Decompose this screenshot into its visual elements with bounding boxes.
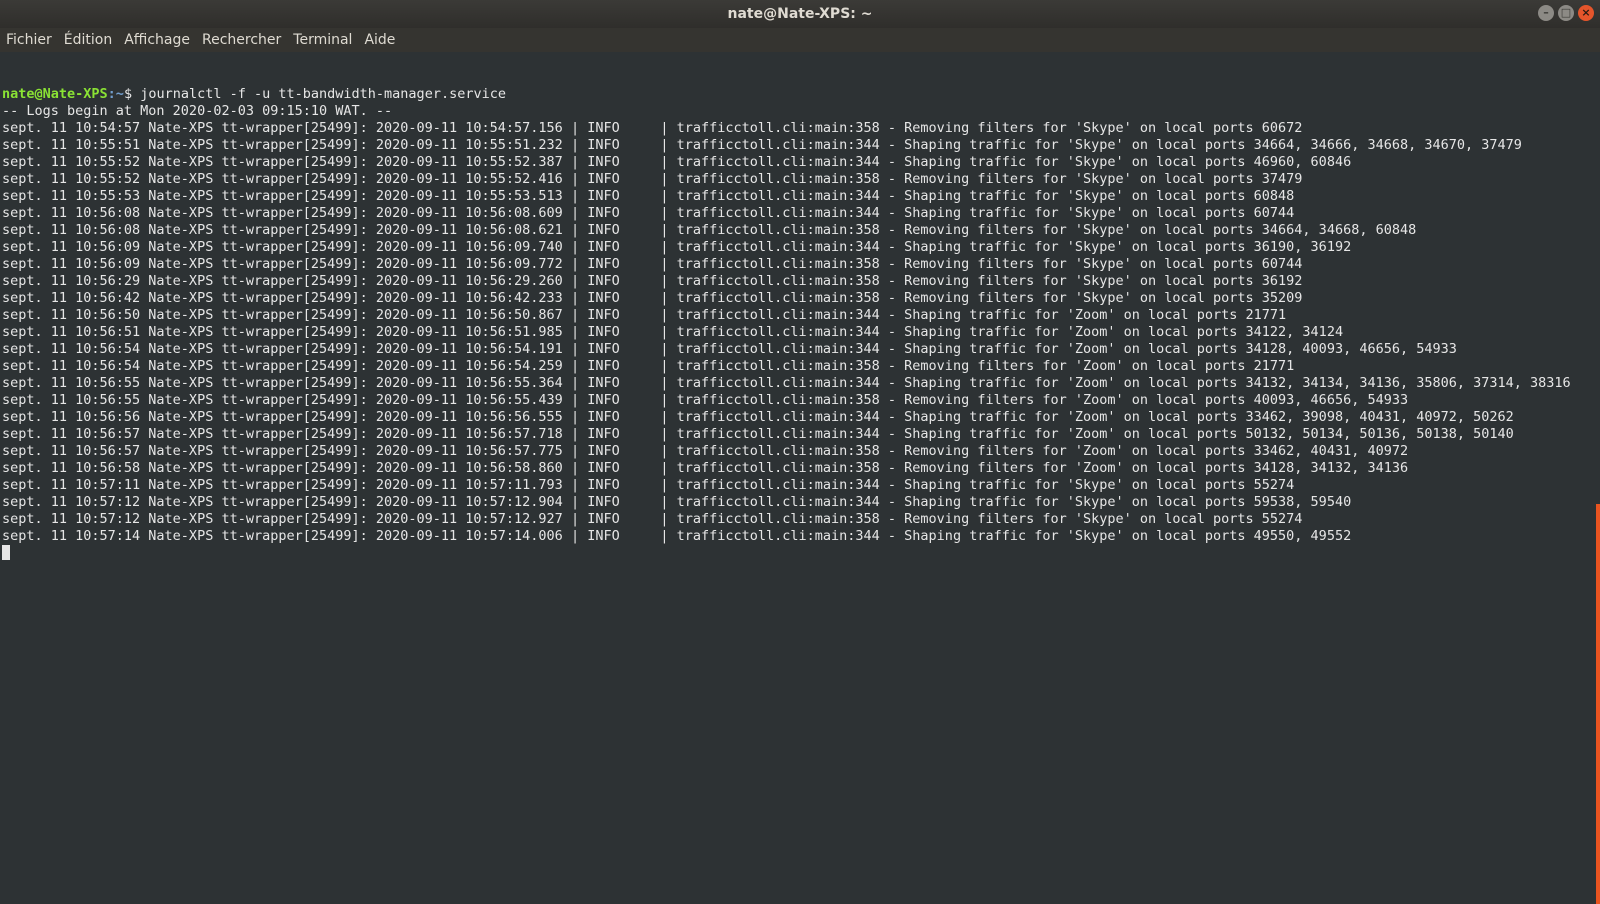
log-line: sept. 11 10:56:55 Nate-XPS tt-wrapper[25…	[2, 375, 1571, 391]
menu-aide[interactable]: Aide	[358, 28, 401, 52]
log-line: sept. 11 10:56:56 Nate-XPS tt-wrapper[25…	[2, 409, 1514, 425]
log-lines: sept. 11 10:54:57 Nate-XPS tt-wrapper[25…	[2, 120, 1600, 545]
log-line: sept. 11 10:56:54 Nate-XPS tt-wrapper[25…	[2, 341, 1457, 357]
log-line: sept. 11 10:56:29 Nate-XPS tt-wrapper[25…	[2, 273, 1303, 289]
terminal-output[interactable]: nate@Nate-XPS:~$ journalctl -f -u tt-ban…	[0, 52, 1600, 904]
log-line: sept. 11 10:55:52 Nate-XPS tt-wrapper[25…	[2, 171, 1303, 187]
log-line: sept. 11 10:56:57 Nate-XPS tt-wrapper[25…	[2, 426, 1514, 442]
log-line: sept. 11 10:55:51 Nate-XPS tt-wrapper[25…	[2, 137, 1522, 153]
log-line: sept. 11 10:56:58 Nate-XPS tt-wrapper[25…	[2, 460, 1409, 476]
scrollbar[interactable]	[1596, 504, 1600, 904]
terminal-window: nate@Nate-XPS: ~ – □ × Fichier Édition Aff…	[0, 0, 1600, 904]
log-line: sept. 11 10:57:11 Nate-XPS tt-wrapper[25…	[2, 477, 1295, 493]
minimize-button[interactable]: –	[1538, 5, 1554, 21]
menu-edition[interactable]: Édition	[58, 28, 118, 52]
log-line: sept. 11 10:56:08 Nate-XPS tt-wrapper[25…	[2, 205, 1295, 221]
close-button[interactable]: ×	[1578, 5, 1594, 21]
log-line: sept. 11 10:57:12 Nate-XPS tt-wrapper[25…	[2, 494, 1352, 510]
log-line: sept. 11 10:56:51 Nate-XPS tt-wrapper[25…	[2, 324, 1344, 340]
log-line: sept. 11 10:56:55 Nate-XPS tt-wrapper[25…	[2, 392, 1409, 408]
menu-affichage[interactable]: Affichage	[118, 28, 196, 52]
log-line: sept. 11 10:56:42 Nate-XPS tt-wrapper[25…	[2, 290, 1303, 306]
log-line: sept. 11 10:56:50 Nate-XPS tt-wrapper[25…	[2, 307, 1287, 323]
log-line: sept. 11 10:56:57 Nate-XPS tt-wrapper[25…	[2, 443, 1409, 459]
prompt-command: journalctl -f -u tt-bandwidth-manager.se…	[140, 86, 506, 102]
log-line: sept. 11 10:56:09 Nate-XPS tt-wrapper[25…	[2, 256, 1303, 272]
title-bar[interactable]: nate@Nate-XPS: ~ – □ ×	[0, 0, 1600, 28]
log-line: sept. 11 10:56:08 Nate-XPS tt-wrapper[25…	[2, 222, 1417, 238]
cursor-line	[2, 545, 1600, 563]
menu-rechercher[interactable]: Rechercher	[196, 28, 287, 52]
log-line: sept. 11 10:57:12 Nate-XPS tt-wrapper[25…	[2, 511, 1303, 527]
log-line: sept. 11 10:56:54 Nate-XPS tt-wrapper[25…	[2, 358, 1295, 374]
menu-bar: Fichier Édition Affichage Rechercher Termina…	[0, 28, 1600, 52]
log-line: sept. 11 10:55:53 Nate-XPS tt-wrapper[25…	[2, 188, 1295, 204]
maximize-button[interactable]: □	[1558, 5, 1574, 21]
terminal-lines: nate@Nate-XPS:~$ journalctl -f -u tt-ban…	[0, 86, 1600, 563]
log-line: sept. 11 10:55:52 Nate-XPS tt-wrapper[25…	[2, 154, 1352, 170]
prompt-line: nate@Nate-XPS:~$ journalctl -f -u tt-ban…	[2, 86, 1600, 103]
log-line: sept. 11 10:57:14 Nate-XPS tt-wrapper[25…	[2, 528, 1352, 544]
menu-fichier[interactable]: Fichier	[0, 28, 58, 52]
logs-begin-line: -- Logs begin at Mon 2020-02-03 09:15:10…	[2, 103, 393, 119]
log-line: sept. 11 10:54:57 Nate-XPS tt-wrapper[25…	[2, 120, 1303, 136]
prompt-path: :~	[107, 86, 124, 102]
window-title: nate@Nate-XPS: ~	[727, 6, 873, 22]
menu-terminal[interactable]: Terminal	[287, 28, 358, 52]
log-line: sept. 11 10:56:09 Nate-XPS tt-wrapper[25…	[2, 239, 1352, 255]
prompt-user-host: nate@Nate-XPS	[2, 86, 108, 102]
text-cursor	[2, 545, 10, 560]
prompt-symbol: $	[123, 86, 133, 102]
